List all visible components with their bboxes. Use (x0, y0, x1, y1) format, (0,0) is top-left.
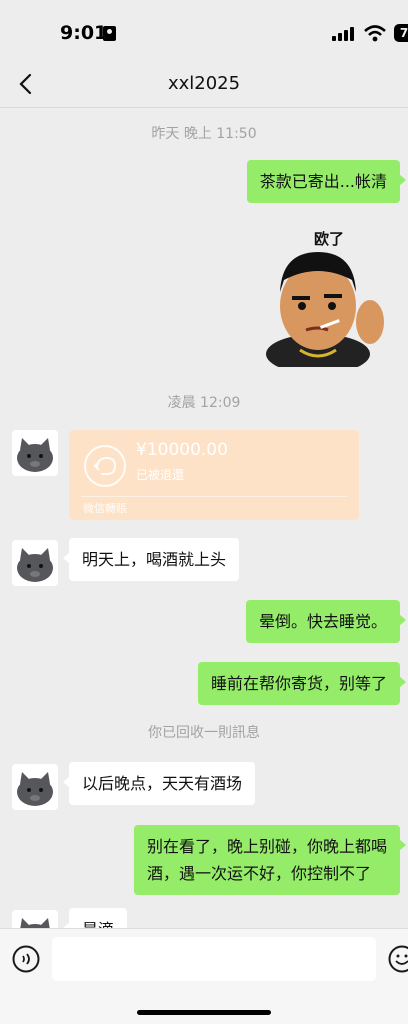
transfer-footer: 微信轉賬 (83, 502, 127, 515)
contact-avatar[interactable] (12, 764, 58, 810)
message-bubble-received[interactable]: 明天上，喝酒就上头 (62, 538, 240, 581)
message-input[interactable] (52, 937, 376, 981)
home-indicator (137, 1010, 271, 1015)
chat-title: xxl2025 (167, 73, 241, 94)
signal-icon (332, 27, 354, 41)
recall-notice: 你已回收一則訊息 (148, 725, 260, 741)
transfer-amount: ¥10000.00 (136, 440, 228, 460)
message-bubble-received[interactable]: 以后晚点，天天有酒场 (62, 762, 256, 805)
message-bubble-sent[interactable]: 睡前在帮你寄货，别等了 (197, 662, 407, 705)
contact-avatar[interactable] (12, 430, 58, 476)
sticker-text: 欧了 (314, 230, 344, 248)
timestamp: 昨天 晚上 11:50 (151, 126, 257, 142)
message-bubble-sent[interactable]: 晕倒。快去睡觉。 (245, 600, 407, 643)
transfer-card[interactable]: ¥10000.00 已被退還 微信轉賬 (69, 430, 359, 520)
wifi-icon (364, 25, 386, 42)
message-bubble-sent[interactable]: 茶款已寄出...帐清 (246, 160, 407, 203)
emoji-icon[interactable] (388, 945, 408, 973)
sticker-image[interactable]: 欧了 (262, 222, 390, 367)
transfer-status: 已被退還 (136, 468, 185, 482)
voice-icon[interactable] (12, 945, 40, 973)
chat-header: xxl2025 (0, 62, 408, 108)
status-bar: 9:01 7 (0, 0, 408, 62)
timestamp: 凌晨 12:09 (167, 395, 241, 411)
transfer-divider (81, 496, 347, 497)
transfer-return-icon (84, 445, 126, 487)
message-line: 别在看了，晚上别碰，你晚上都喝 (146, 837, 387, 856)
message-line: 酒，遇一次运不好，你控制不了 (146, 864, 371, 883)
id-card-icon (103, 26, 116, 41)
message-bubble-sent[interactable]: 别在看了，晚上别碰，你晚上都喝 酒，遇一次运不好，你控制不了 (133, 825, 407, 895)
contact-avatar[interactable] (12, 540, 58, 586)
battery-icon: 7 (394, 24, 408, 42)
status-time: 9:01 (60, 22, 108, 44)
